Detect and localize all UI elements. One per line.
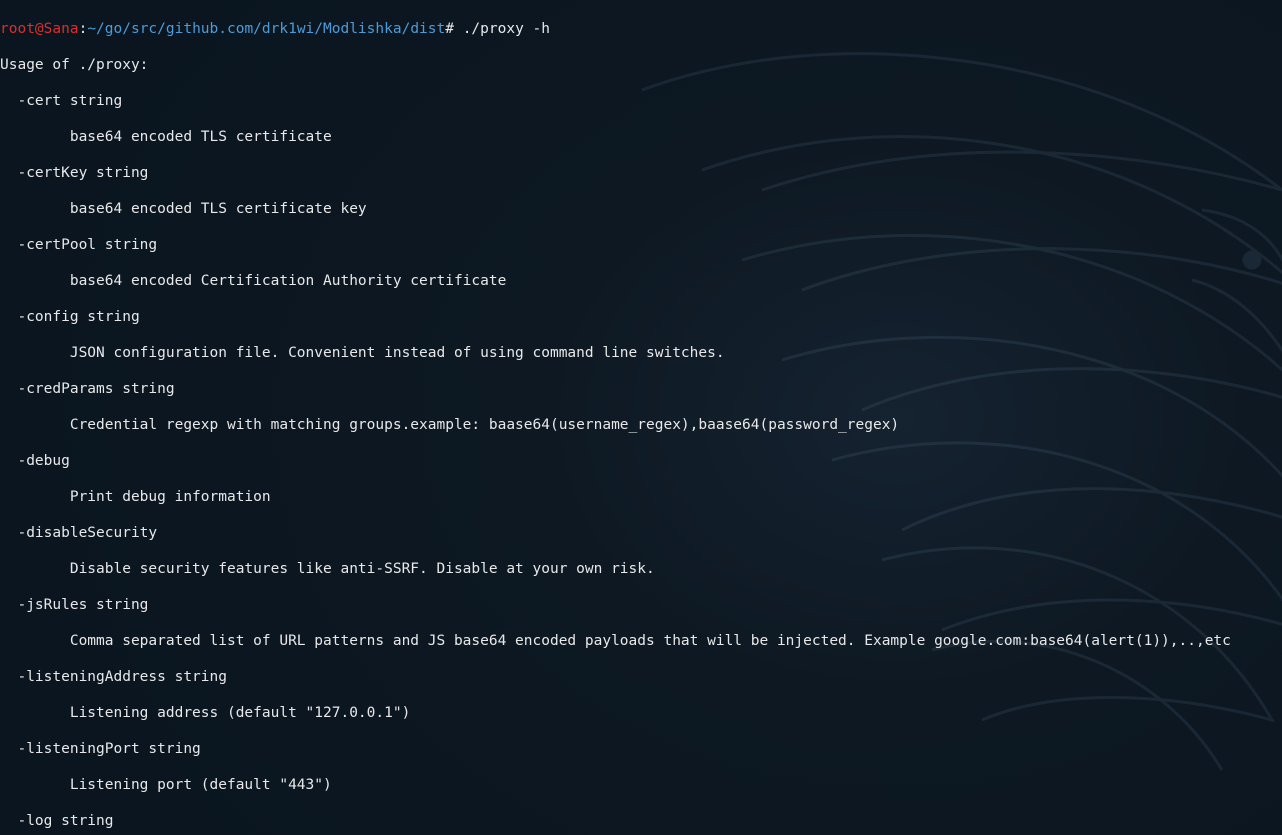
flag-desc: base64 encoded Certification Authority c… xyxy=(0,272,1282,290)
flag-desc: Listening address (default "127.0.0.1") xyxy=(0,704,1282,722)
flag-desc: Listening port (default "443") xyxy=(0,776,1282,794)
flag-desc: Comma separated list of URL patterns and… xyxy=(0,632,1282,650)
flag-name: -jsRules string xyxy=(0,596,1282,614)
flag-desc: base64 encoded TLS certificate xyxy=(0,128,1282,146)
flag-name: -listeningAddress string xyxy=(0,668,1282,686)
prompt-command: ./proxy -h xyxy=(454,21,550,37)
flag-name: -debug xyxy=(0,452,1282,470)
prompt-colon: : xyxy=(79,21,88,37)
flag-name: -certPool string xyxy=(0,236,1282,254)
terminal-output[interactable]: root@Sana:~/go/src/github.com/drk1wi/Mod… xyxy=(0,0,1282,835)
flag-name: -log string xyxy=(0,812,1282,830)
flag-desc: JSON configuration file. Convenient inst… xyxy=(0,344,1282,362)
flag-desc: Print debug information xyxy=(0,488,1282,506)
prompt-line: root@Sana:~/go/src/github.com/drk1wi/Mod… xyxy=(0,20,1282,38)
flag-name: -certKey string xyxy=(0,164,1282,182)
flag-desc: Credential regexp with matching groups.e… xyxy=(0,416,1282,434)
usage-header: Usage of ./proxy: xyxy=(0,56,1282,74)
prompt-path: ~/go/src/github.com/drk1wi/Modlishka/dis… xyxy=(87,21,445,37)
flag-name: -config string xyxy=(0,308,1282,326)
prompt-user: root@Sana xyxy=(0,21,79,37)
flag-name: -cert string xyxy=(0,92,1282,110)
flag-name: -disableSecurity xyxy=(0,524,1282,542)
flag-desc: Disable security features like anti-SSRF… xyxy=(0,560,1282,578)
flag-name: -listeningPort string xyxy=(0,740,1282,758)
flag-desc: base64 encoded TLS certificate key xyxy=(0,200,1282,218)
prompt-hash: # xyxy=(445,21,454,37)
flag-name: -credParams string xyxy=(0,380,1282,398)
